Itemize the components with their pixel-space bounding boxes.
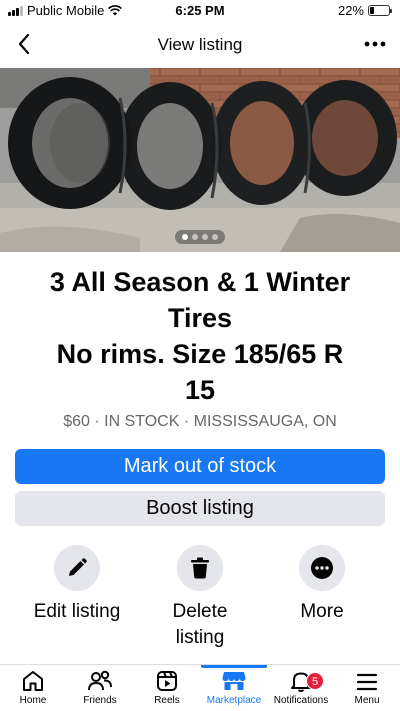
tab-friends[interactable]: Friends [67, 665, 133, 711]
boost-listing-button[interactable]: Boost listing [15, 491, 385, 526]
listing-title-line: 3 All Season & 1 Winter [49, 267, 351, 297]
tab-marketplace[interactable]: Marketplace [201, 665, 267, 711]
tab-label: Marketplace [206, 695, 262, 706]
tab-label: Reels [154, 695, 180, 706]
photo-page-indicator [175, 230, 225, 244]
listing-photo[interactable] [0, 68, 400, 252]
delete-label-line: listing [175, 627, 225, 648]
bottom-tab-bar: Home Friends Reels Marketplace 5 Notific… [0, 665, 400, 711]
listing-meta: $60 · IN STOCK · MISSISSAUGA, ON [63, 413, 337, 430]
page-title: View listing [157, 35, 243, 54]
edit-listing-button[interactable] [54, 545, 100, 591]
tab-reels[interactable]: Reels [134, 665, 200, 711]
listing-title-line: No rims. Size 185/65 R [56, 339, 344, 369]
menu-icon [356, 673, 378, 691]
home-icon [23, 671, 43, 691]
status-right: 22% [337, 3, 392, 18]
ellipsis-circle-icon [311, 557, 333, 579]
tab-notifications[interactable]: 5 Notifications [268, 665, 334, 711]
delete-label-line: Delete [172, 601, 228, 622]
pencil-icon [69, 558, 87, 576]
more-options-button[interactable] [362, 32, 388, 56]
marketplace-icon [222, 672, 246, 690]
more-button[interactable] [299, 545, 345, 591]
more-label: More [300, 601, 344, 622]
battery-icon [368, 5, 392, 16]
friends-icon [88, 670, 112, 691]
tires-photo [0, 68, 400, 252]
listing-title-line: Tires [167, 303, 233, 333]
tab-menu[interactable]: Menu [334, 665, 400, 711]
tab-label: Notifications [273, 695, 329, 706]
mark-out-of-stock-button[interactable]: Mark out of stock [15, 449, 385, 484]
delete-listing-label: Delete listing [135, 599, 265, 651]
listing-actions: Edit listing Delete listing More [0, 545, 400, 655]
battery-percent: 22% [337, 3, 364, 18]
tab-label: Friends [83, 695, 117, 706]
listing-title: 3 All Season & 1 Winter Tires No rims. S… [14, 264, 386, 408]
listing-title-line: 15 [184, 375, 216, 405]
tab-home[interactable]: Home [0, 665, 66, 711]
delete-listing-action[interactable]: Delete listing [135, 545, 265, 651]
tab-label: Menu [354, 695, 380, 706]
status-bar: Public Mobile 6:25 PM 22% [0, 0, 400, 22]
edit-listing-label: Edit listing [33, 601, 121, 622]
more-action[interactable]: More [257, 545, 387, 625]
delete-listing-button[interactable] [177, 545, 223, 591]
trash-icon [191, 557, 209, 579]
tab-label: Home [19, 695, 47, 706]
ellipsis-icon [364, 41, 386, 47]
reels-icon [157, 671, 177, 691]
notification-badge: 5 [306, 672, 324, 690]
nav-header: View listing [0, 24, 400, 66]
edit-listing-action[interactable]: Edit listing [12, 545, 142, 625]
